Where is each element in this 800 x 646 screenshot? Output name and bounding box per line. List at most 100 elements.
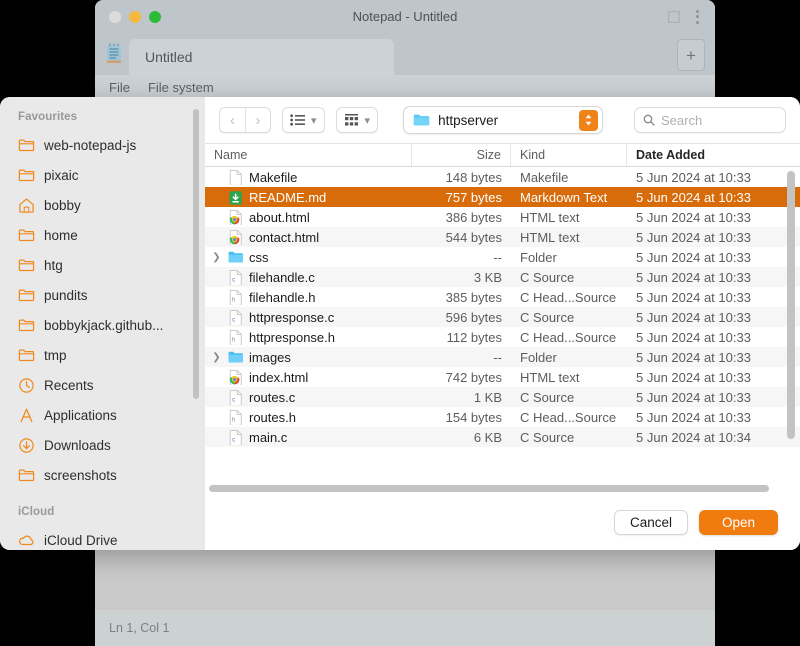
file-size: 385 bytes	[412, 290, 511, 305]
file-size: 757 bytes	[412, 190, 511, 205]
file-list-vertical-scrollbar[interactable]	[787, 171, 795, 439]
new-tab-button[interactable]: +	[677, 39, 705, 71]
file-name: main.c	[249, 430, 287, 445]
folder-icon	[18, 317, 35, 334]
titlebar-actions	[666, 9, 699, 25]
file-kind: Folder	[511, 250, 627, 265]
path-popup-button[interactable]: httpserver	[403, 106, 603, 134]
sidebar-item-bobbykjack-github[interactable]: bobbykjack.github...	[0, 310, 205, 340]
table-row[interactable]: README.md757 bytesMarkdown Text5 Jun 202…	[205, 187, 800, 207]
file-kind: C Source	[511, 390, 627, 405]
file-name: Makefile	[249, 170, 297, 185]
up-down-stepper-icon[interactable]	[579, 110, 598, 131]
column-header-name[interactable]: Name	[205, 144, 412, 166]
sidebar-item-label: web-notepad-js	[44, 138, 136, 153]
cancel-button[interactable]: Cancel	[614, 510, 688, 535]
file-date-added: 5 Jun 2024 at 10:33	[627, 290, 800, 305]
tab-untitled[interactable]: Untitled	[129, 39, 394, 75]
cursor-position: Ln 1, Col 1	[109, 621, 169, 635]
table-row[interactable]: ❯ css --Folder5 Jun 2024 at 10:33	[205, 247, 800, 267]
view-mode-button[interactable]: ▾	[282, 107, 325, 133]
sidebar-item-screenshots[interactable]: screenshots	[0, 460, 205, 490]
html-icon	[228, 210, 243, 225]
search-input[interactable]: Search	[634, 107, 786, 133]
table-row[interactable]: croutes.c1 KBC Source5 Jun 2024 at 10:33	[205, 387, 800, 407]
svg-text:c: c	[232, 397, 235, 403]
table-row[interactable]: chttpresponse.c596 bytesC Source5 Jun 20…	[205, 307, 800, 327]
file-kind: HTML text	[511, 230, 627, 245]
horizontal-scroll-thumb[interactable]	[209, 485, 769, 492]
cancel-label: Cancel	[630, 515, 672, 530]
table-row[interactable]: Makefile148 bytesMakefile5 Jun 2024 at 1…	[205, 167, 800, 187]
column-header-size[interactable]: Size	[412, 144, 511, 166]
html-icon	[228, 370, 243, 385]
group-view-icon	[344, 114, 359, 127]
puzzle-icon[interactable]	[666, 9, 682, 25]
file-size: 148 bytes	[412, 170, 511, 185]
file-size: --	[412, 350, 511, 365]
table-row[interactable]: about.html386 bytesHTML text5 Jun 2024 a…	[205, 207, 800, 227]
search-placeholder: Search	[661, 113, 702, 128]
table-row[interactable]: ❯images--Folder5 Jun 2024 at 10:33	[205, 347, 800, 367]
sidebar-item-recents[interactable]: Recents	[0, 370, 205, 400]
file-name: css	[249, 250, 269, 265]
file-kind: C Head...Source	[511, 410, 627, 425]
table-row[interactable]: hhttpresponse.h112 bytesC Head...Source5…	[205, 327, 800, 347]
group-by-button[interactable]: ▾	[336, 107, 379, 133]
file-date-added: 5 Jun 2024 at 10:33	[627, 390, 800, 405]
blue-folder-icon	[228, 350, 243, 365]
sidebar-item-label: iCloud Drive	[44, 533, 118, 548]
file-size: 386 bytes	[412, 210, 511, 225]
sidebar-item-label: Recents	[44, 378, 94, 393]
file-list[interactable]: Makefile148 bytesMakefile5 Jun 2024 at 1…	[205, 167, 800, 494]
svg-text:h: h	[232, 417, 235, 423]
dialog-content: ‹ › ▾ ▾	[205, 97, 800, 550]
file-name: httpresponse.c	[249, 310, 334, 325]
dialog-footer: Cancel Open	[205, 494, 800, 550]
table-row[interactable]: index.html742 bytesHTML text5 Jun 2024 a…	[205, 367, 800, 387]
file-size: --	[412, 250, 511, 265]
file-name: contact.html	[249, 230, 319, 245]
sidebar-item-icloud-drive[interactable]: iCloud Drive	[0, 525, 205, 550]
svg-text:c: c	[232, 277, 235, 283]
forward-button[interactable]: ›	[245, 108, 270, 132]
close-button[interactable]	[109, 11, 121, 23]
table-row[interactable]: cmain.c6 KBC Source5 Jun 2024 at 10:34	[205, 427, 800, 447]
sidebar-item-applications[interactable]: Applications	[0, 400, 205, 430]
file-list-horizontal-scrollbar[interactable]	[205, 483, 800, 494]
chevron-right-icon[interactable]: ❯	[211, 352, 222, 363]
sidebar-item-htg[interactable]: htg	[0, 250, 205, 280]
menu-file-system[interactable]: File system	[148, 80, 214, 95]
table-row[interactable]: hfilehandle.h385 bytesC Head...Source5 J…	[205, 287, 800, 307]
file-kind: Markdown Text	[511, 190, 627, 205]
back-button[interactable]: ‹	[220, 108, 245, 132]
sidebar-item-web-notepad-js[interactable]: web-notepad-js	[0, 130, 205, 160]
folder-icon	[18, 287, 35, 304]
kebab-menu-icon[interactable]	[696, 10, 699, 24]
status-bar: Ln 1, Col 1	[95, 610, 715, 646]
sidebar-scrollbar[interactable]	[193, 109, 199, 399]
table-row[interactable]: hroutes.h154 bytesC Head...Source5 Jun 2…	[205, 407, 800, 427]
minimize-button[interactable]	[129, 11, 141, 23]
column-header-kind[interactable]: Kind	[511, 144, 627, 166]
sidebar-item-label: Downloads	[44, 438, 111, 453]
open-button[interactable]: Open	[699, 510, 778, 535]
tab-bar: Untitled +	[95, 33, 715, 75]
chevron-right-icon[interactable]: ❯	[211, 252, 222, 263]
maximize-button[interactable]	[149, 11, 161, 23]
sidebar-item-pixaic[interactable]: pixaic	[0, 160, 205, 190]
file-date-added: 5 Jun 2024 at 10:33	[627, 250, 800, 265]
file-size: 6 KB	[412, 430, 511, 445]
sidebar-item-label: pundits	[44, 288, 88, 303]
sidebar-item-bobby[interactable]: bobby	[0, 190, 205, 220]
sidebar-item-tmp[interactable]: tmp	[0, 340, 205, 370]
table-row[interactable]: cfilehandle.c3 KBC Source5 Jun 2024 at 1…	[205, 267, 800, 287]
sidebar-item-downloads[interactable]: Downloads	[0, 430, 205, 460]
sidebar-item-pundits[interactable]: pundits	[0, 280, 205, 310]
path-label: httpserver	[438, 113, 498, 128]
column-header-date-added[interactable]: Date Added	[627, 144, 800, 166]
table-row[interactable]: contact.html544 bytesHTML text5 Jun 2024…	[205, 227, 800, 247]
sidebar-item-home[interactable]: home	[0, 220, 205, 250]
svg-text:h: h	[232, 337, 235, 343]
menu-file[interactable]: File	[109, 80, 130, 95]
